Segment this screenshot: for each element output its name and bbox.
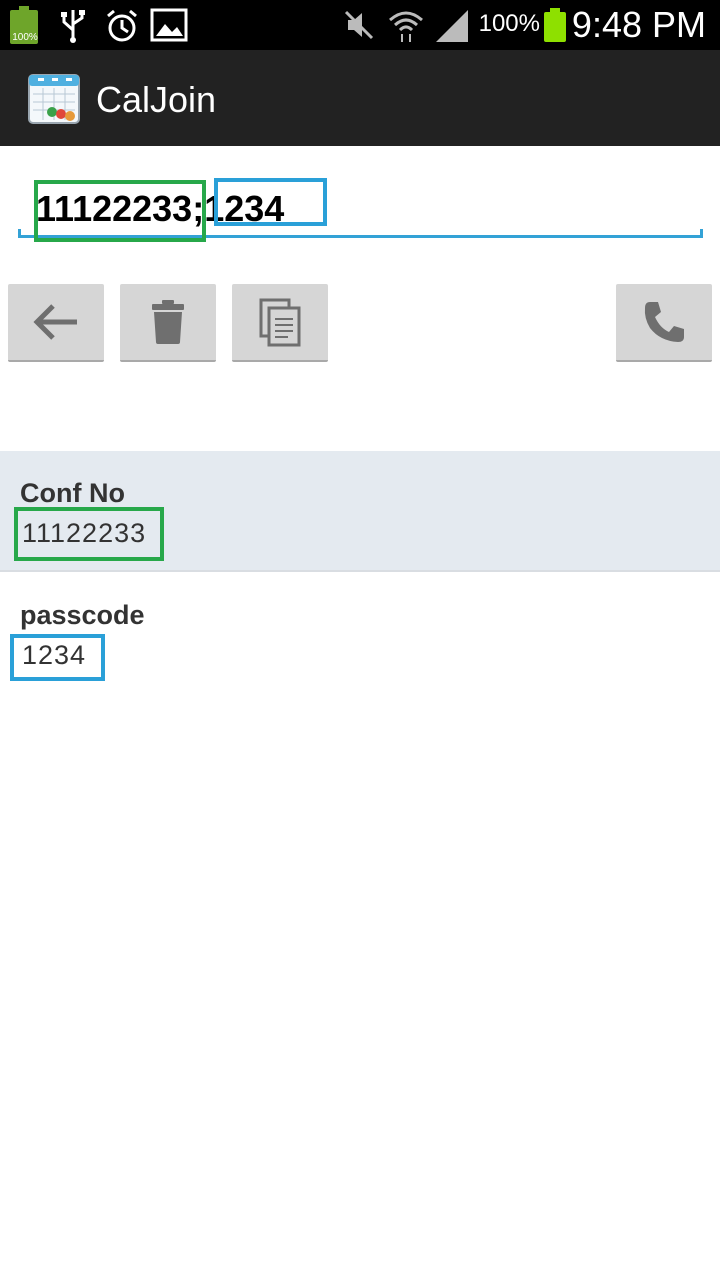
arrow-left-icon (33, 304, 77, 340)
usb-icon (61, 10, 85, 43)
conf-no-label: Conf No (20, 478, 125, 508)
list-item-passcode[interactable]: passcode 1234 (0, 573, 720, 694)
phone-icon (644, 302, 684, 342)
backspace-button[interactable] (8, 284, 104, 362)
action-bar: CalJoin (0, 50, 720, 146)
signal-icon (436, 10, 468, 42)
wifi-icon (389, 11, 423, 42)
status-time: 9:48 PM (571, 4, 706, 45)
signal-percent: 100% (478, 10, 540, 37)
passcode-value-highlight (10, 634, 105, 681)
trash-icon (152, 300, 184, 344)
battery-icon: 100% (10, 6, 38, 44)
copy-button[interactable] (232, 284, 328, 362)
alarm-icon (107, 9, 137, 42)
battery-percent-small: 100% (12, 32, 38, 43)
battery-icon (544, 8, 566, 42)
mute-icon (344, 10, 374, 40)
image-icon (150, 8, 188, 42)
passcode-highlight (214, 178, 327, 226)
status-bar: 100% 100% 9:48 PM (0, 0, 720, 50)
passcode-label: passcode (20, 600, 145, 630)
delete-button[interactable] (120, 284, 216, 362)
app-title: CalJoin (96, 79, 217, 120)
copy-icon (259, 298, 301, 347)
calendar-app-icon[interactable] (28, 72, 82, 126)
call-button[interactable] (616, 284, 712, 362)
conf-no-highlight (34, 180, 206, 242)
conf-no-value-highlight (14, 507, 164, 561)
